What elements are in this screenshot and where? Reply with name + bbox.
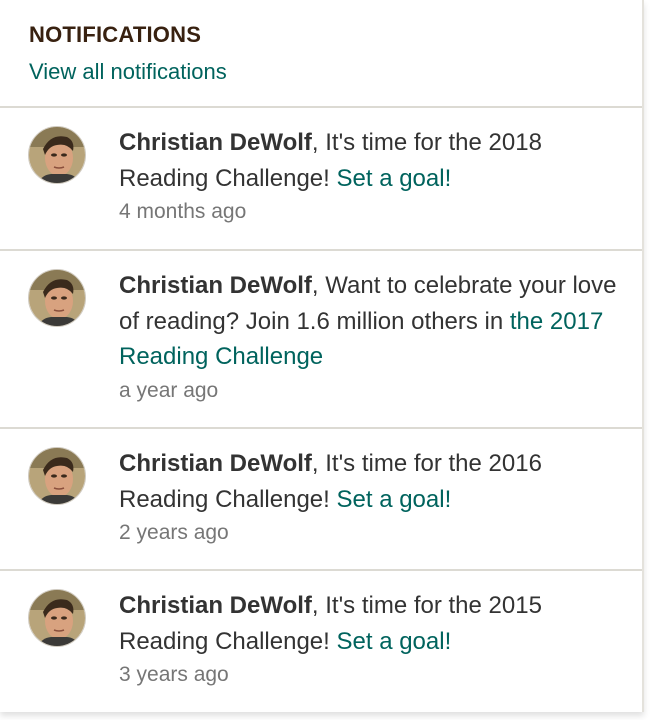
avatar[interactable] <box>28 447 86 505</box>
user-avatar-icon <box>29 127 85 183</box>
notification-timestamp: 3 years ago <box>119 663 229 686</box>
avatar[interactable] <box>28 269 86 327</box>
user-avatar-icon <box>29 270 85 326</box>
notification-comma: , <box>311 592 319 619</box>
notification-message: Christian DeWolf, It's time for the 2018… <box>119 125 619 227</box>
notification-cta-link[interactable]: Set a goal! <box>337 165 452 192</box>
notification-actor-link[interactable]: Christian DeWolf <box>119 450 312 477</box>
notification-item: Christian DeWolf, It's time for the 2018… <box>0 108 642 251</box>
notification-message: Christian DeWolf, It's time for the 2015… <box>119 588 619 690</box>
notification-item: Christian DeWolf, It's time for the 2016… <box>0 429 642 571</box>
notification-actor-link[interactable]: Christian DeWolf <box>119 272 312 299</box>
notification-cta-link[interactable]: Set a goal! <box>337 628 452 655</box>
user-avatar-icon <box>29 590 85 646</box>
notifications-header: NOTIFICATIONS View all notifications <box>0 0 642 108</box>
avatar[interactable] <box>28 126 86 184</box>
notification-timestamp: a year ago <box>119 378 219 402</box>
user-avatar-icon <box>29 448 85 504</box>
notification-timestamp: 4 months ago <box>119 200 247 223</box>
notification-comma: , <box>311 129 319 156</box>
view-all-notifications-link[interactable]: View all notifications <box>29 57 227 87</box>
notification-message: Christian DeWolf, Want to celebrate your… <box>119 268 619 406</box>
notification-item: Christian DeWolf, It's time for the 2015… <box>0 571 642 709</box>
avatar[interactable] <box>28 589 86 647</box>
notifications-title: NOTIFICATIONS <box>29 22 202 47</box>
notification-cta-link[interactable]: Set a goal! <box>337 486 452 513</box>
notification-item: Christian DeWolf, Want to celebrate your… <box>0 251 642 429</box>
notification-actor-link[interactable]: Christian DeWolf <box>119 129 312 156</box>
notification-comma: , <box>311 272 319 299</box>
notification-message: Christian DeWolf, It's time for the 2016… <box>119 446 619 548</box>
notifications-panel: NOTIFICATIONS View all notifications Chr… <box>0 0 644 712</box>
notification-comma: , <box>311 450 319 477</box>
notification-actor-link[interactable]: Christian DeWolf <box>119 592 312 619</box>
notification-timestamp: 2 years ago <box>119 521 229 544</box>
